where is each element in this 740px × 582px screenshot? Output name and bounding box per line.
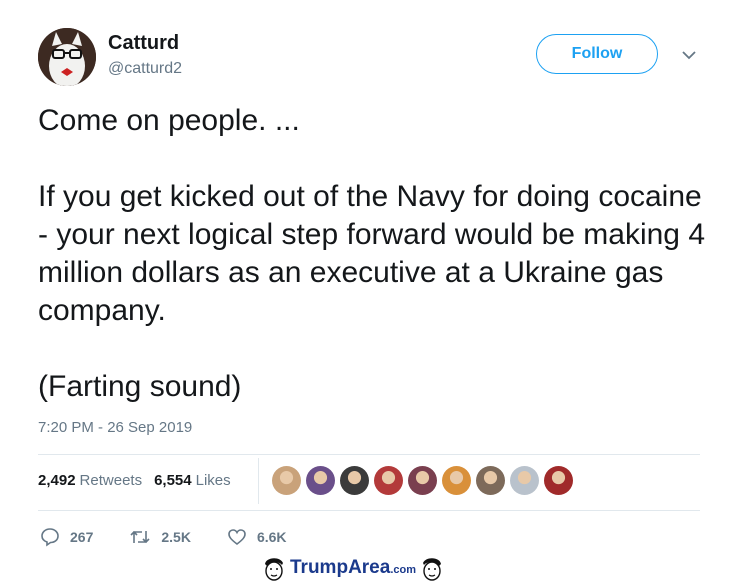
tweet-paragraph: Come on people. ... — [38, 104, 300, 137]
tweet-paragraph: (Farting sound) — [38, 370, 242, 403]
chevron-down-icon[interactable] — [680, 46, 698, 64]
user-name[interactable]: Catturd — [108, 32, 179, 55]
site-watermark: TrumpArea.com — [262, 555, 444, 581]
liker-avatar[interactable] — [408, 466, 437, 495]
reply-count: 267 — [70, 529, 94, 545]
caricature-icon — [265, 558, 283, 581]
watermark-suffix: .com — [390, 564, 416, 576]
like-button[interactable]: 6.6K — [227, 527, 287, 547]
liker-avatar[interactable] — [442, 466, 471, 495]
retweets-count: 2,492 — [38, 472, 76, 489]
liker-avatar[interactable] — [306, 466, 335, 495]
user-avatar[interactable] — [38, 28, 96, 86]
liker-avatar[interactable] — [374, 466, 403, 495]
watermark-brand: TrumpArea.com — [290, 557, 416, 579]
liker-avatar[interactable] — [340, 466, 369, 495]
divider — [38, 454, 700, 455]
heart-icon — [228, 529, 246, 546]
watermark-brand-b: Area — [348, 557, 391, 578]
liker-avatar[interactable] — [510, 466, 539, 495]
liker-avatar[interactable] — [476, 466, 505, 495]
tweet-paragraph: If you get kicked out of the Navy for do… — [38, 180, 706, 327]
retweets-label: Retweets — [79, 472, 143, 489]
retweet-button[interactable]: 2.5K — [129, 527, 191, 547]
watermark-brand-a: Trump — [290, 557, 349, 578]
liker-avatar[interactable] — [272, 466, 301, 495]
reply-icon — [41, 528, 59, 547]
likes-label: Likes — [195, 472, 231, 489]
liker-avatars — [272, 466, 573, 495]
liker-avatar[interactable] — [544, 466, 573, 495]
caricature-icon — [423, 558, 441, 581]
retweets-stat[interactable]: 2,492 Retweets — [38, 472, 142, 489]
divider — [38, 510, 700, 511]
retweet-icon — [130, 530, 150, 544]
tweet-stats: 2,492 Retweets 6,554 Likes — [38, 472, 231, 489]
follow-button[interactable]: Follow — [536, 34, 658, 74]
tweet-text: Come on people. ... If you get kicked ou… — [38, 102, 718, 406]
tweet-timestamp[interactable]: 7:20 PM - 26 Sep 2019 — [38, 419, 192, 436]
divider — [258, 458, 259, 504]
retweet-count: 2.5K — [161, 529, 191, 545]
likes-stat[interactable]: 6,554 Likes — [154, 472, 231, 489]
likes-count: 6,554 — [154, 472, 192, 489]
like-count: 6.6K — [256, 529, 287, 545]
user-handle[interactable]: @catturd2 — [108, 60, 182, 78]
reply-button[interactable]: 267 — [40, 527, 93, 547]
tweet-actions: 267 2.5K 6.6K — [40, 527, 323, 547]
